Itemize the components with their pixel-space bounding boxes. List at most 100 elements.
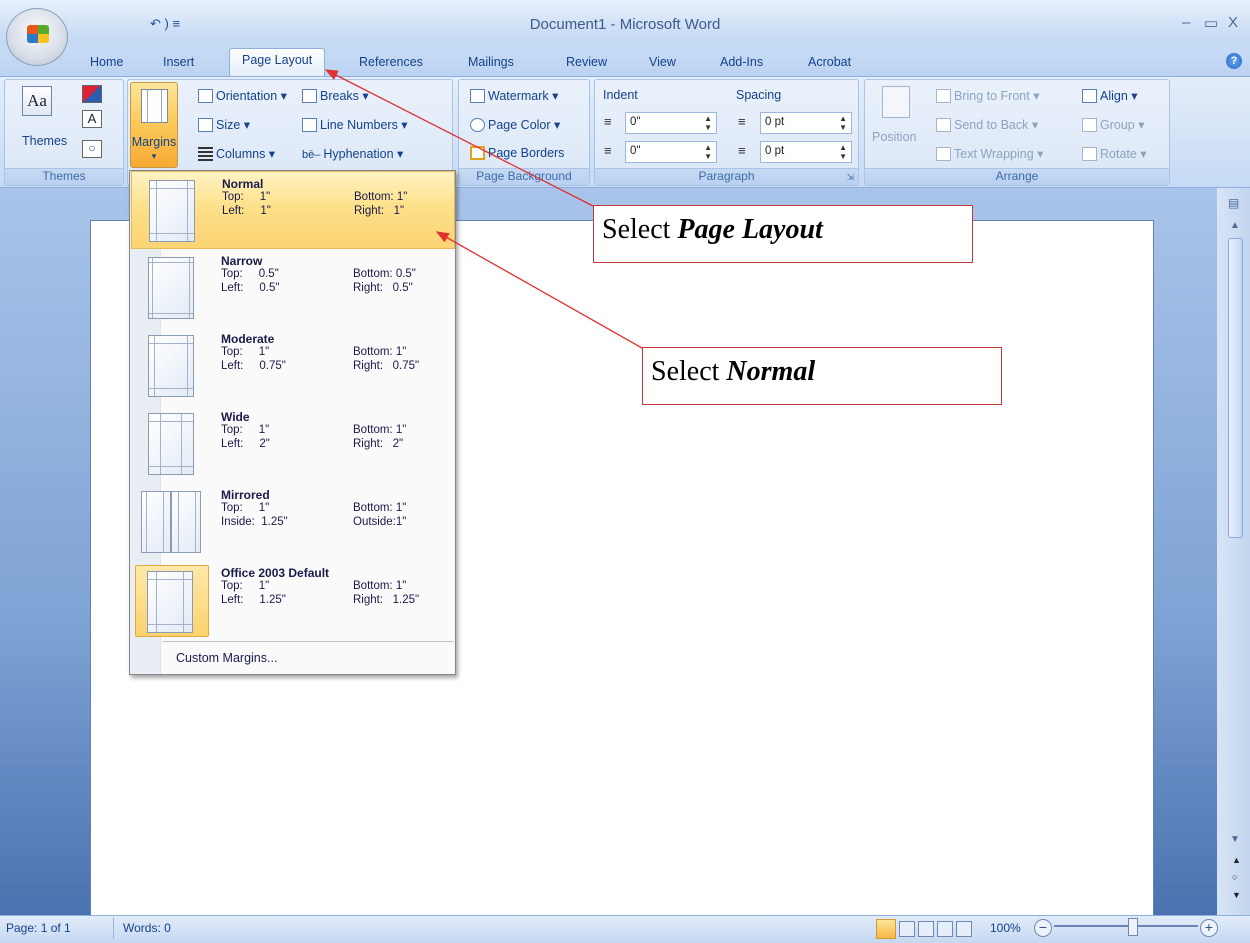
indent-right-field[interactable]: 0" ▲ ▼	[625, 141, 717, 163]
tab-mailings[interactable]: Mailings	[468, 51, 514, 73]
spin-arrows-icon[interactable]: ▲ ▼	[704, 143, 712, 161]
group-label: Group ▾	[1100, 118, 1145, 132]
select-browse-object-icon[interactable]: ○	[1232, 872, 1237, 882]
tab-insert[interactable]: Insert	[163, 51, 194, 73]
theme-fonts-icon[interactable]: A	[82, 110, 102, 128]
rotate-icon	[1082, 147, 1097, 161]
option-name: Moderate	[221, 332, 275, 346]
page-count[interactable]: Page: 1 of 1	[6, 921, 71, 935]
zoom-slider-thumb[interactable]	[1128, 918, 1138, 936]
send-to-back-icon	[936, 118, 951, 132]
orientation-button[interactable]: Orientation ▾	[198, 88, 287, 103]
breaks-button[interactable]: Breaks ▾	[302, 88, 369, 103]
option-top: Top: 1"	[221, 346, 270, 358]
zoom-level[interactable]: 100%	[990, 921, 1021, 935]
spacing-label: Spacing	[736, 88, 782, 102]
close-button[interactable]: X	[1228, 14, 1238, 31]
align-button[interactable]: Align ▾	[1082, 88, 1138, 103]
scroll-up-icon[interactable]: ▲	[1230, 220, 1240, 231]
spacing-before-icon: ≡	[738, 114, 746, 129]
scroll-thumb[interactable]	[1228, 238, 1243, 538]
margin-option-wide[interactable]: Wide Top: 1" Bottom: 1" Left: 2" Right: …	[131, 405, 455, 483]
margins-dropdown-icon: ▾	[151, 151, 157, 161]
web-layout-view-icon[interactable]	[918, 921, 934, 937]
position-icon	[882, 86, 910, 118]
margin-option-mirrored[interactable]: Mirrored Top: 1" Bottom: 1" Inside: 1.25…	[131, 483, 455, 561]
tab-view[interactable]: View	[649, 51, 676, 73]
indent-left-field[interactable]: 0" ▲ ▼	[625, 112, 717, 134]
size-button[interactable]: Size ▾	[198, 117, 250, 132]
margins-button[interactable]: Margins ▾	[130, 82, 178, 168]
indent-right-icon: ≡	[604, 143, 612, 158]
draft-view-icon[interactable]	[956, 921, 972, 937]
print-layout-view-icon[interactable]	[876, 919, 896, 939]
word-count[interactable]: Words: 0	[123, 921, 171, 935]
spin-arrows-icon[interactable]: ▲ ▼	[704, 114, 712, 132]
columns-button[interactable]: Columns ▾	[198, 146, 275, 161]
page-color-button[interactable]: Page Color ▾	[470, 117, 560, 132]
tab-page-layout[interactable]: Page Layout	[229, 48, 326, 76]
option-bottom: Bottom: 0.5"	[353, 268, 416, 280]
size-icon	[198, 118, 213, 132]
margin-option-moderate[interactable]: Moderate Top: 1" Bottom: 1" Left: 0.75" …	[131, 327, 455, 405]
minimize-button[interactable]: –	[1182, 14, 1190, 31]
option-right: Right: 0.5"	[353, 282, 413, 294]
position-button[interactable]: Position	[872, 130, 916, 144]
spacing-after-field[interactable]: 0 pt ▲ ▼	[760, 141, 852, 163]
outline-view-icon[interactable]	[937, 921, 953, 937]
theme-effects-icon[interactable]: ○	[82, 140, 102, 158]
columns-label: Columns ▾	[216, 147, 276, 161]
scroll-down-icon[interactable]: ▼	[1230, 834, 1240, 845]
option-top: Top: 1"	[222, 191, 271, 203]
group-button[interactable]: Group ▾	[1082, 117, 1145, 132]
custom-margins-item[interactable]: Custom Margins...	[176, 651, 277, 665]
previous-page-icon[interactable]: ▲	[1232, 855, 1241, 865]
bring-to-front-button[interactable]: Bring to Front ▾	[936, 88, 1039, 103]
themes-icon[interactable]: Aa	[22, 86, 52, 116]
option-top: Top: 1"	[221, 502, 270, 514]
zoom-out-icon[interactable]: −	[1034, 919, 1052, 937]
option-bottom: Bottom: 1"	[353, 346, 407, 358]
full-screen-reading-view-icon[interactable]	[899, 921, 915, 937]
spacing-before-field[interactable]: 0 pt ▲ ▼	[760, 112, 852, 134]
normal-margin-icon	[149, 180, 195, 242]
page-borders-button[interactable]: Page Borders	[470, 146, 564, 160]
page-borders-label: Page Borders	[488, 146, 565, 160]
option-top: Top: 1"	[221, 424, 270, 436]
maximize-button[interactable]: ▭	[1204, 14, 1218, 32]
tab-acrobat[interactable]: Acrobat	[808, 51, 851, 73]
text-wrapping-button[interactable]: Text Wrapping ▾	[936, 146, 1043, 161]
callout-text: Select	[602, 214, 678, 245]
themes-button[interactable]: Themes	[22, 134, 67, 148]
align-label: Align ▾	[1100, 89, 1138, 103]
option-right: Right: 2"	[353, 438, 404, 450]
tab-references[interactable]: References	[359, 51, 423, 73]
margin-option-normal[interactable]: Normal Top: 1" Bottom: 1" Left: 1" Right…	[131, 171, 455, 249]
breaks-icon	[302, 89, 317, 103]
margin-option-narrow[interactable]: Narrow Top: 0.5" Bottom: 0.5" Left: 0.5"…	[131, 249, 455, 327]
spin-arrows-icon[interactable]: ▲ ▼	[839, 114, 847, 132]
office-button[interactable]	[6, 8, 68, 66]
group-label-paragraph: Paragraph	[595, 168, 858, 185]
help-icon[interactable]: ?	[1226, 53, 1242, 69]
hyphenation-button[interactable]: bē– Hyphenation ▾	[302, 146, 403, 161]
next-page-icon[interactable]: ▼	[1232, 890, 1241, 900]
tab-review[interactable]: Review	[566, 51, 607, 73]
margin-option-office-2003-default[interactable]: Office 2003 Default Top: 1" Bottom: 1" L…	[131, 561, 455, 639]
tab-home[interactable]: Home	[90, 51, 123, 73]
option-right: Right: 0.75"	[353, 360, 420, 372]
spin-arrows-icon[interactable]: ▲ ▼	[839, 143, 847, 161]
option-top: Top: 0.5"	[221, 268, 279, 280]
line-numbers-button[interactable]: Line Numbers ▾	[302, 117, 408, 132]
tab-add-ins[interactable]: Add-Ins	[720, 51, 763, 73]
paragraph-dialog-launcher-icon[interactable]: ⇲	[846, 172, 854, 183]
watermark-button[interactable]: Watermark ▾	[470, 88, 558, 103]
zoom-in-icon[interactable]: +	[1200, 919, 1218, 937]
option-name: Mirrored	[221, 488, 270, 502]
ruler-toggle-icon[interactable]: ▤	[1228, 196, 1239, 210]
zoom-slider[interactable]	[1054, 925, 1198, 927]
rotate-button[interactable]: Rotate ▾	[1082, 146, 1147, 161]
send-to-back-button[interactable]: Send to Back ▾	[936, 117, 1038, 132]
theme-colors-icon[interactable]	[82, 85, 102, 103]
breaks-label: Breaks ▾	[320, 89, 369, 103]
